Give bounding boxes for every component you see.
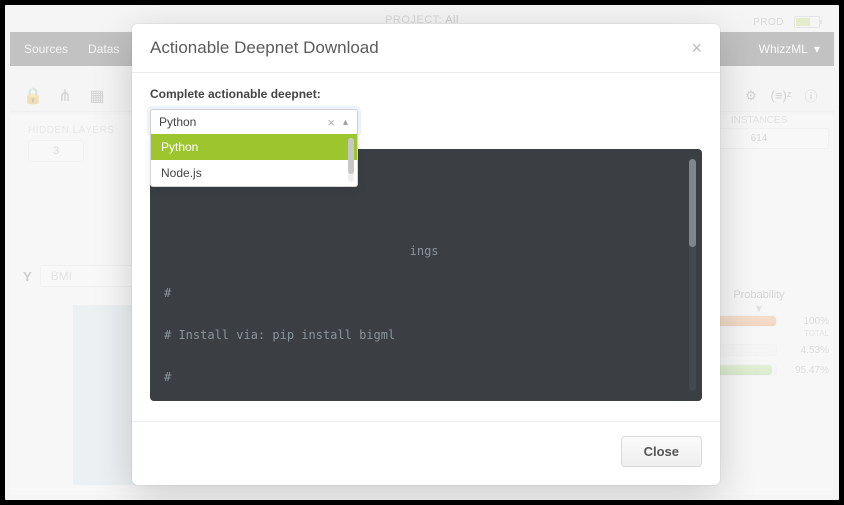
download-modal: Actionable Deepnet Download × Complete a… [132, 24, 720, 485]
form-label: Complete actionable deepnet: [150, 87, 702, 101]
select-value: Python [159, 115, 322, 129]
dropdown-option-nodejs[interactable]: Node.js [151, 160, 357, 186]
language-select[interactable]: Python × ▴ Python Node.js [150, 109, 358, 135]
dropdown-scrollbar[interactable] [348, 138, 354, 182]
code-scrollbar[interactable] [689, 159, 696, 391]
modal-title: Actionable Deepnet Download [150, 38, 379, 58]
chevron-up-icon[interactable]: ▴ [340, 117, 351, 128]
language-dropdown: Python Node.js [150, 134, 358, 187]
close-button[interactable]: Close [621, 436, 702, 467]
close-icon[interactable]: × [691, 39, 702, 57]
clear-icon[interactable]: × [322, 115, 340, 130]
dropdown-option-python[interactable]: Python [151, 134, 357, 160]
